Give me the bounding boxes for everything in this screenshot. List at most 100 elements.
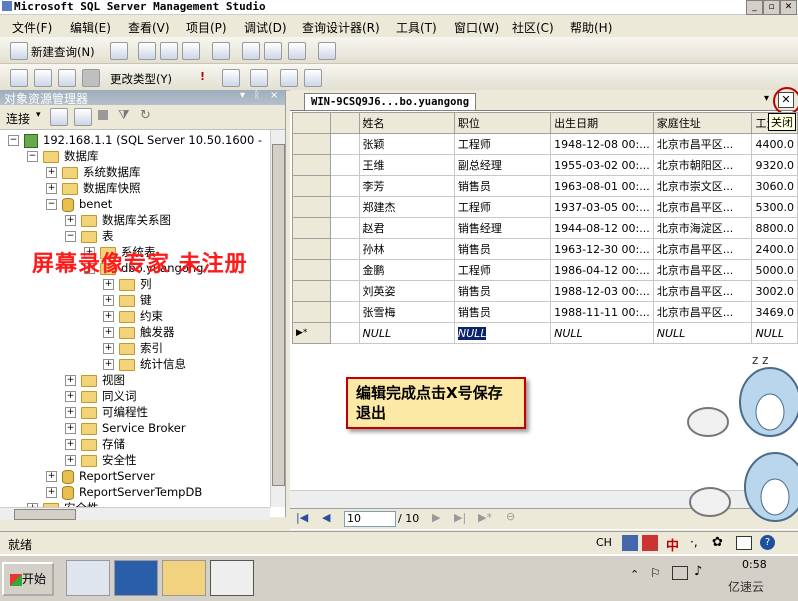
document-tab[interactable]: WIN-9CSQ9J6...bo.yuangong xyxy=(304,93,477,110)
tab-list-icon[interactable]: ▾ xyxy=(764,93,769,104)
grid-cell[interactable]: 1963-12-30 00:... xyxy=(550,238,654,260)
expand-icon[interactable]: + xyxy=(103,279,114,290)
collapse-icon[interactable]: − xyxy=(65,231,76,242)
column-header[interactable]: 出生日期 xyxy=(550,112,654,134)
row-header[interactable] xyxy=(291,175,332,197)
tree-node[interactable]: − benet xyxy=(46,196,112,212)
soft-keyboard-icon[interactable]: ✿ xyxy=(712,535,723,550)
expand-icon[interactable]: + xyxy=(65,439,76,450)
row-header[interactable] xyxy=(291,238,332,260)
expand-icon[interactable]: + xyxy=(103,311,114,322)
table-row[interactable]: 郑建杰 工程师 1937-03-05 00:... 北京市昌平区... 5300.0 xyxy=(291,196,798,218)
tree-node[interactable]: + ReportServerTempDB xyxy=(46,484,202,500)
null-cell[interactable]: NULL xyxy=(453,322,552,344)
tree-node[interactable]: + 数据库快照 xyxy=(46,180,141,196)
new-row[interactable]: ▶* NULL NULL NULL NULL NULL xyxy=(291,322,798,344)
dmx-query-icon[interactable] xyxy=(160,42,178,60)
tree-node[interactable]: + 列 xyxy=(103,276,152,292)
powershell-icon[interactable] xyxy=(114,560,158,596)
mdx-query-icon[interactable] xyxy=(138,42,156,60)
menu-tools[interactable]: 工具(T) xyxy=(396,19,437,36)
results-pane-icon[interactable] xyxy=(82,69,100,87)
menu-window[interactable]: 窗口(W) xyxy=(454,19,499,36)
grid-cell[interactable]: 9320.0 xyxy=(751,154,798,176)
collapse-icon[interactable]: − xyxy=(46,199,57,210)
connect-server-icon[interactable] xyxy=(50,108,68,126)
grid-cell[interactable]: 销售经理 xyxy=(453,217,552,239)
row-header[interactable] xyxy=(291,301,332,323)
column-header[interactable]: 家庭住址 xyxy=(652,112,753,134)
new-project-icon[interactable] xyxy=(212,42,230,60)
grid-cell[interactable]: 北京市朝阳区... xyxy=(652,154,753,176)
grid-cell[interactable]: 金鹏 xyxy=(358,259,455,281)
hscroll-thumb[interactable] xyxy=(14,509,76,520)
menu-debug[interactable]: 调试(D) xyxy=(244,19,287,36)
new-row-marker[interactable]: ▶* xyxy=(291,322,332,344)
first-record-icon[interactable]: |◀ xyxy=(296,511,308,524)
server-manager-icon[interactable] xyxy=(66,560,110,596)
tree-node[interactable]: − 表 xyxy=(65,228,114,244)
grid-cell[interactable]: 李芳 xyxy=(358,175,455,197)
tray-expand-icon[interactable]: ⌃ xyxy=(630,568,639,581)
grid-cell[interactable]: 王维 xyxy=(358,154,455,176)
minimize-button[interactable]: _ xyxy=(746,0,763,15)
diagram-pane-icon[interactable] xyxy=(10,69,28,87)
row-header[interactable] xyxy=(291,196,332,218)
menu-query-designer[interactable]: 查询设计器(R) xyxy=(302,19,380,36)
menu-project[interactable]: 项目(P) xyxy=(186,19,227,36)
table-row[interactable]: 金鹏 工程师 1986-04-12 00:... 北京市昌平区... 5000.0 xyxy=(291,259,798,281)
current-record-input[interactable]: 10 xyxy=(344,511,396,527)
help-icon[interactable]: ? xyxy=(760,535,775,550)
ime-toggle-icon[interactable] xyxy=(642,535,658,551)
tree-node[interactable]: + 可编程性 xyxy=(65,404,148,420)
table-row[interactable]: 张雪梅 销售员 1988-11-11 00:... 北京市昌平区... 3469.0 xyxy=(291,301,798,323)
dropdown-icon[interactable]: ▾ xyxy=(240,90,245,101)
stop-editing-icon[interactable]: ⊖ xyxy=(506,510,515,523)
grid-cell[interactable]: 1955-03-02 00:... xyxy=(550,154,654,176)
stop-icon[interactable] xyxy=(98,110,108,120)
tree-node[interactable]: + 数据库关系图 xyxy=(65,212,171,228)
add-table-icon[interactable] xyxy=(280,69,298,87)
ime-icon[interactable] xyxy=(622,535,638,551)
grid-cell[interactable]: 赵君 xyxy=(358,217,455,239)
row-header[interactable] xyxy=(291,154,332,176)
grid-cell[interactable]: 北京市昌平区... xyxy=(652,301,753,323)
expand-icon[interactable]: + xyxy=(65,455,76,466)
expand-icon[interactable]: + xyxy=(103,359,114,370)
table-row[interactable]: 李芳 销售员 1963-08-01 00:... 北京市崇文区... 3060.0 xyxy=(291,175,798,197)
grid-cell[interactable]: 3002.0 xyxy=(751,280,798,302)
tree-node[interactable]: + 键 xyxy=(103,292,152,308)
grid-cell[interactable]: 孙林 xyxy=(358,238,455,260)
chinese-input-icon[interactable]: 中 xyxy=(666,535,679,554)
grid-cell[interactable]: 3469.0 xyxy=(751,301,798,323)
table-row[interactable]: 孙林 销售员 1963-12-30 00:... 北京市昌平区... 2400.0 xyxy=(291,238,798,260)
menu-file[interactable]: 文件(F) xyxy=(12,19,52,36)
refresh-icon[interactable]: ↻ xyxy=(140,108,151,123)
add-derived-table-icon[interactable] xyxy=(304,69,322,87)
verify-sql-icon[interactable] xyxy=(222,69,240,87)
tree-node[interactable]: − 192.168.1.1 (SQL Server 10.50.1600 - xyxy=(8,132,262,148)
collapse-icon[interactable]: − xyxy=(27,151,38,162)
menu-edit[interactable]: 编辑(E) xyxy=(70,19,111,36)
grid-cell[interactable]: 张颖 xyxy=(358,133,455,155)
menu-help[interactable]: 帮助(H) xyxy=(570,19,612,36)
expand-icon[interactable]: + xyxy=(65,407,76,418)
punctuation-icon[interactable]: ·, xyxy=(690,535,698,549)
tree-horizontal-scrollbar[interactable] xyxy=(0,507,270,520)
table-row[interactable]: 刘英姿 销售员 1988-12-03 00:... 北京市昌平区... 3002.0 xyxy=(291,280,798,302)
print-icon[interactable] xyxy=(288,42,306,60)
tree-node[interactable]: +安全性 xyxy=(27,500,99,507)
expand-icon[interactable]: + xyxy=(65,423,76,434)
save-icon[interactable] xyxy=(264,42,282,60)
connect-dropdown-icon[interactable]: ▾ xyxy=(36,110,41,120)
expand-icon[interactable]: + xyxy=(46,487,57,498)
disconnect-icon[interactable] xyxy=(74,108,92,126)
scroll-thumb[interactable] xyxy=(272,144,285,486)
grid-cell[interactable]: 销售员 xyxy=(453,280,552,302)
network-icon[interactable] xyxy=(672,566,688,580)
expand-icon[interactable]: + xyxy=(103,327,114,338)
new-file-icon[interactable] xyxy=(110,42,128,60)
tree-node[interactable]: + 触发器 xyxy=(103,324,175,340)
table-row[interactable]: 王维 副总经理 1955-03-02 00:... 北京市朝阳区... 9320.0 xyxy=(291,154,798,176)
table-row[interactable]: 张颖 工程师 1948-12-08 00:... 北京市昌平区... 4400.0 xyxy=(291,133,798,155)
